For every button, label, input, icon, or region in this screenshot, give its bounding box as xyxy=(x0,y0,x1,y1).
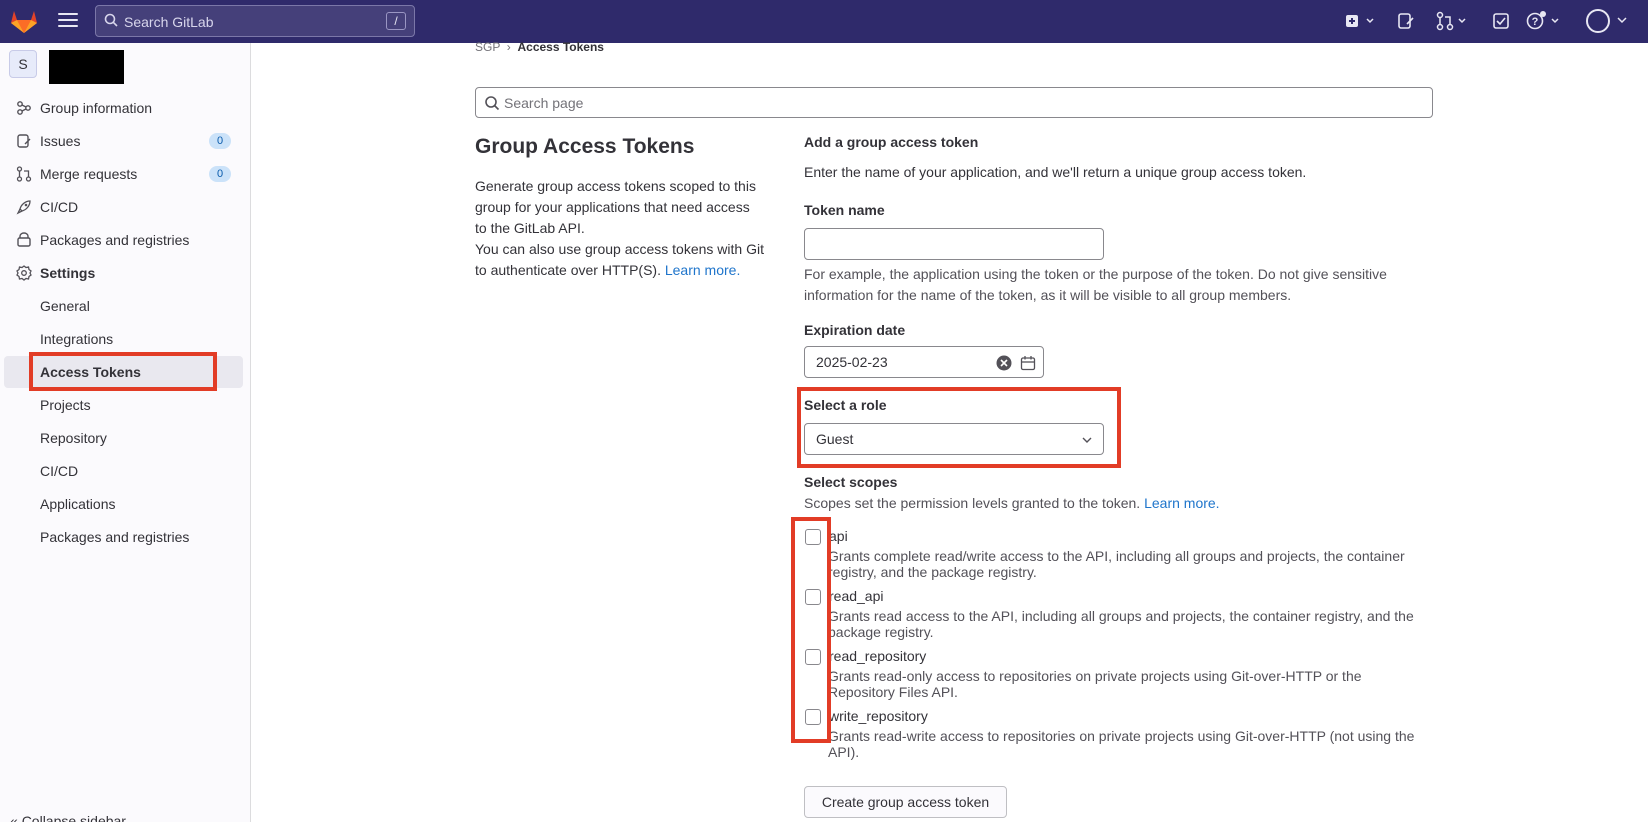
scope-read-repository: read_repository Grants read-only access … xyxy=(792,648,1432,704)
sidebar-item-label: General xyxy=(40,298,90,314)
sidebar-item-label: CI/CD xyxy=(40,463,79,479)
sidebar-item-integrations[interactable]: Integrations xyxy=(4,323,243,355)
merge-request-icon xyxy=(16,166,32,182)
help-icon[interactable]: ? xyxy=(1526,11,1566,31)
breadcrumb-parent[interactable]: SGP xyxy=(475,40,500,54)
scope-api: api Grants complete read/write access to… xyxy=(792,528,1432,584)
search-placeholder: Search GitLab xyxy=(124,14,214,30)
description-line-1: Generate group access tokens scoped to t… xyxy=(475,178,756,236)
issues-count-badge: 0 xyxy=(209,133,231,149)
sidebar-item-merge-requests[interactable]: Merge requests 0 xyxy=(4,158,243,190)
create-group-access-token-button[interactable]: Create group access token xyxy=(804,786,1007,818)
scope-write-repository: write_repository Grants read-write acces… xyxy=(792,708,1432,764)
form-intro: Enter the name of your application, and … xyxy=(804,164,1307,180)
scope-name: read_api xyxy=(829,588,884,604)
token-name-label: Token name xyxy=(804,202,885,218)
sidebar-item-applications[interactable]: Applications xyxy=(4,488,243,520)
group-name-redacted[interactable] xyxy=(49,50,124,84)
scopes-help: Scopes set the permission levels granted… xyxy=(804,495,1220,511)
calendar-icon[interactable] xyxy=(1020,355,1036,371)
sidebar-item-label: Settings xyxy=(40,265,96,281)
collapse-icon: « xyxy=(10,813,18,822)
collapse-sidebar-button[interactable]: « Collapse sidebar xyxy=(10,813,126,822)
highlight-scope-checkboxes xyxy=(791,517,831,743)
scope-description: Grants read access to the API, including… xyxy=(828,608,1414,640)
breadcrumb-current: Access Tokens xyxy=(517,40,604,54)
page-title: Group Access Tokens xyxy=(475,135,695,158)
sidebar-item-label: Projects xyxy=(40,397,91,413)
scope-description: Grants complete read/write access to the… xyxy=(828,548,1405,580)
sidebar-item-repository[interactable]: Repository xyxy=(4,422,243,454)
sidebar-item-settings-ci-cd[interactable]: CI/CD xyxy=(4,455,243,487)
group-info-icon xyxy=(17,101,31,115)
token-name-help: For example, the application using the t… xyxy=(804,266,1387,303)
sidebar-item-general[interactable]: General xyxy=(4,290,243,322)
sidebar-item-label: CI/CD xyxy=(40,199,79,215)
expiration-date-field[interactable]: 2025-02-23 xyxy=(804,346,1044,378)
merge-requests-icon[interactable] xyxy=(1436,11,1472,31)
search-shortcut-key: / xyxy=(386,12,406,30)
breadcrumb-separator-icon: › xyxy=(503,40,515,54)
highlight-access-tokens xyxy=(29,352,217,391)
sidebar-item-packages-and-registries[interactable]: Packages and registries xyxy=(4,224,243,256)
sidebar-item-group-information[interactable]: Group information xyxy=(4,92,243,124)
sidebar: S Group information Issues 0 Merge reque… xyxy=(0,43,251,822)
menu-icon[interactable] xyxy=(58,13,78,29)
sidebar-item-issues[interactable]: Issues 0 xyxy=(4,125,243,157)
sidebar-item-label: Merge requests xyxy=(40,166,138,182)
highlight-select-role xyxy=(797,387,1121,468)
learn-more-link[interactable]: Learn more. xyxy=(665,262,740,278)
scope-description: Grants read-only access to repositories … xyxy=(828,668,1362,700)
expiration-date-label: Expiration date xyxy=(804,322,906,338)
sidebar-item-label: Group information xyxy=(40,100,153,116)
sidebar-item-settings[interactable]: Settings xyxy=(4,257,243,289)
settings-icon xyxy=(16,265,32,281)
form-heading: Add a group access token xyxy=(804,134,979,150)
page-description: Generate group access tokens scoped to t… xyxy=(475,176,765,281)
search-icon xyxy=(485,96,500,111)
token-name-field[interactable] xyxy=(804,228,1104,260)
global-search-input[interactable]: Search GitLab / xyxy=(95,5,415,37)
issues-icon[interactable] xyxy=(1397,11,1415,31)
page-search-placeholder: Search page xyxy=(504,95,584,111)
package-icon xyxy=(17,232,31,247)
clear-date-icon[interactable] xyxy=(996,355,1012,371)
page-search-input[interactable]: Search page xyxy=(475,87,1433,118)
chevron-down-icon[interactable] xyxy=(1616,15,1628,25)
scope-description: Grants read-write access to repositories… xyxy=(828,728,1415,760)
create-new-icon[interactable] xyxy=(1345,11,1379,31)
scope-name: write_repository xyxy=(829,708,928,724)
sidebar-item-settings-packages-and-registries[interactable]: Packages and registries xyxy=(4,521,243,553)
top-navigation-bar: Search GitLab / ? xyxy=(0,0,1648,43)
todos-icon[interactable] xyxy=(1492,11,1510,31)
scopes-help-text: Scopes set the permission levels granted… xyxy=(804,495,1141,511)
sidebar-item-label: Issues xyxy=(40,133,81,149)
user-avatar[interactable] xyxy=(1586,9,1610,33)
sidebar-item-ci-cd[interactable]: CI/CD xyxy=(4,191,243,223)
issues-icon xyxy=(17,134,31,148)
expiration-date-value: 2025-02-23 xyxy=(816,354,888,370)
sidebar-item-label: Packages and registries xyxy=(40,529,190,545)
svg-text:?: ? xyxy=(1532,16,1539,28)
merge-requests-count-badge: 0 xyxy=(209,166,231,182)
scopes-learn-more-link[interactable]: Learn more. xyxy=(1144,495,1219,511)
collapse-sidebar-label: Collapse sidebar xyxy=(21,813,126,822)
scope-name: read_repository xyxy=(829,648,927,664)
sidebar-item-label: Repository xyxy=(40,430,107,446)
scope-name: api xyxy=(829,528,848,544)
gitlab-logo-icon[interactable] xyxy=(10,8,38,34)
sidebar-item-projects[interactable]: Projects xyxy=(4,389,243,421)
sidebar-item-label: Integrations xyxy=(40,331,114,347)
group-avatar[interactable]: S xyxy=(9,50,37,78)
search-icon xyxy=(104,13,118,27)
sidebar-item-label: Applications xyxy=(40,496,116,512)
breadcrumb: SGP › Access Tokens xyxy=(475,40,604,54)
scope-read-api: read_api Grants read access to the API, … xyxy=(792,588,1432,644)
rocket-icon xyxy=(16,200,31,215)
select-scopes-label: Select scopes xyxy=(804,474,898,490)
sidebar-item-label: Packages and registries xyxy=(40,232,190,248)
